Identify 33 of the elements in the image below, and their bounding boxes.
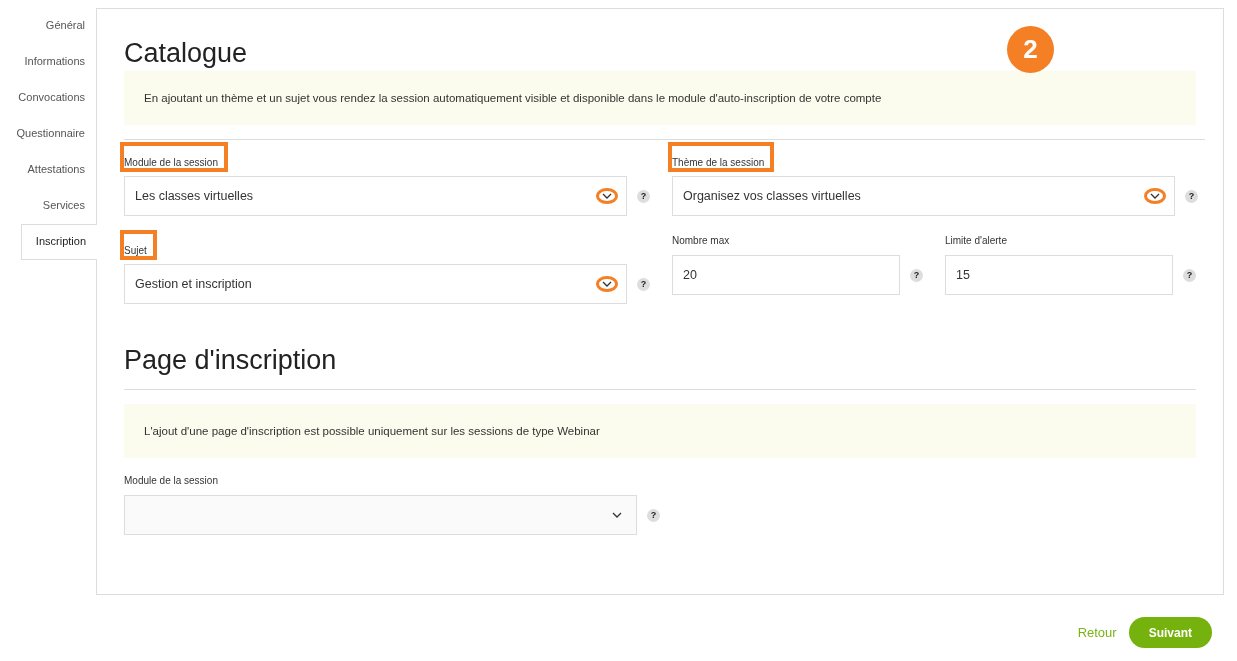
field-label: Sujet: [120, 230, 157, 260]
help-icon[interactable]: ?: [910, 268, 923, 282]
field-label: Thème de la session: [668, 142, 775, 172]
select-field[interactable]: Organisez vos classes virtuelles: [672, 176, 1175, 216]
help-icon[interactable]: ?: [1183, 268, 1196, 282]
sidebar-tab[interactable]: Informations: [23, 44, 96, 80]
field-label: Limite d'alerte: [944, 234, 1008, 248]
sidebar-tab[interactable]: Inscription: [21, 224, 97, 260]
section-title: Catalogue: [124, 37, 248, 69]
input-field[interactable]: 20: [672, 255, 900, 295]
select-field[interactable]: [124, 495, 637, 535]
sidebar-tab[interactable]: Questionnaire: [15, 116, 96, 152]
field-label: Module de la session: [123, 474, 219, 488]
input-field[interactable]: 15: [945, 255, 1173, 295]
select-field[interactable]: Les classes virtuelles: [124, 176, 627, 216]
chevron-down-icon[interactable]: [596, 188, 618, 204]
sidebar-tab[interactable]: Convocations: [17, 80, 96, 116]
sidebar-tab[interactable]: Attestations: [26, 152, 96, 188]
info-notice: En ajoutant un thème et un sujet vous rendez la session automatiquement visible et disponible dans le module d'auto-inscription de votre compte: [124, 71, 1196, 125]
field-label: Module de la session: [120, 142, 228, 172]
help-icon[interactable]: ?: [1185, 189, 1198, 203]
sidebar-tab[interactable]: Services: [41, 188, 96, 224]
field-label: Nombre max: [671, 234, 731, 248]
chevron-down-icon[interactable]: [1144, 188, 1166, 204]
help-icon[interactable]: ?: [637, 189, 650, 203]
info-notice: L'ajout d'une page d'inscription est possible uniquement sur les sessions de type Webinar: [124, 404, 1196, 458]
help-icon[interactable]: ?: [637, 277, 650, 291]
help-icon[interactable]: ?: [647, 508, 660, 522]
chevron-down-icon[interactable]: [596, 276, 618, 292]
select-field[interactable]: Gestion et inscription: [124, 264, 627, 304]
step-badge: 2: [1007, 26, 1054, 73]
section-title: Page d'inscription: [124, 344, 337, 376]
sidebar-tab[interactable]: Général: [44, 8, 96, 44]
